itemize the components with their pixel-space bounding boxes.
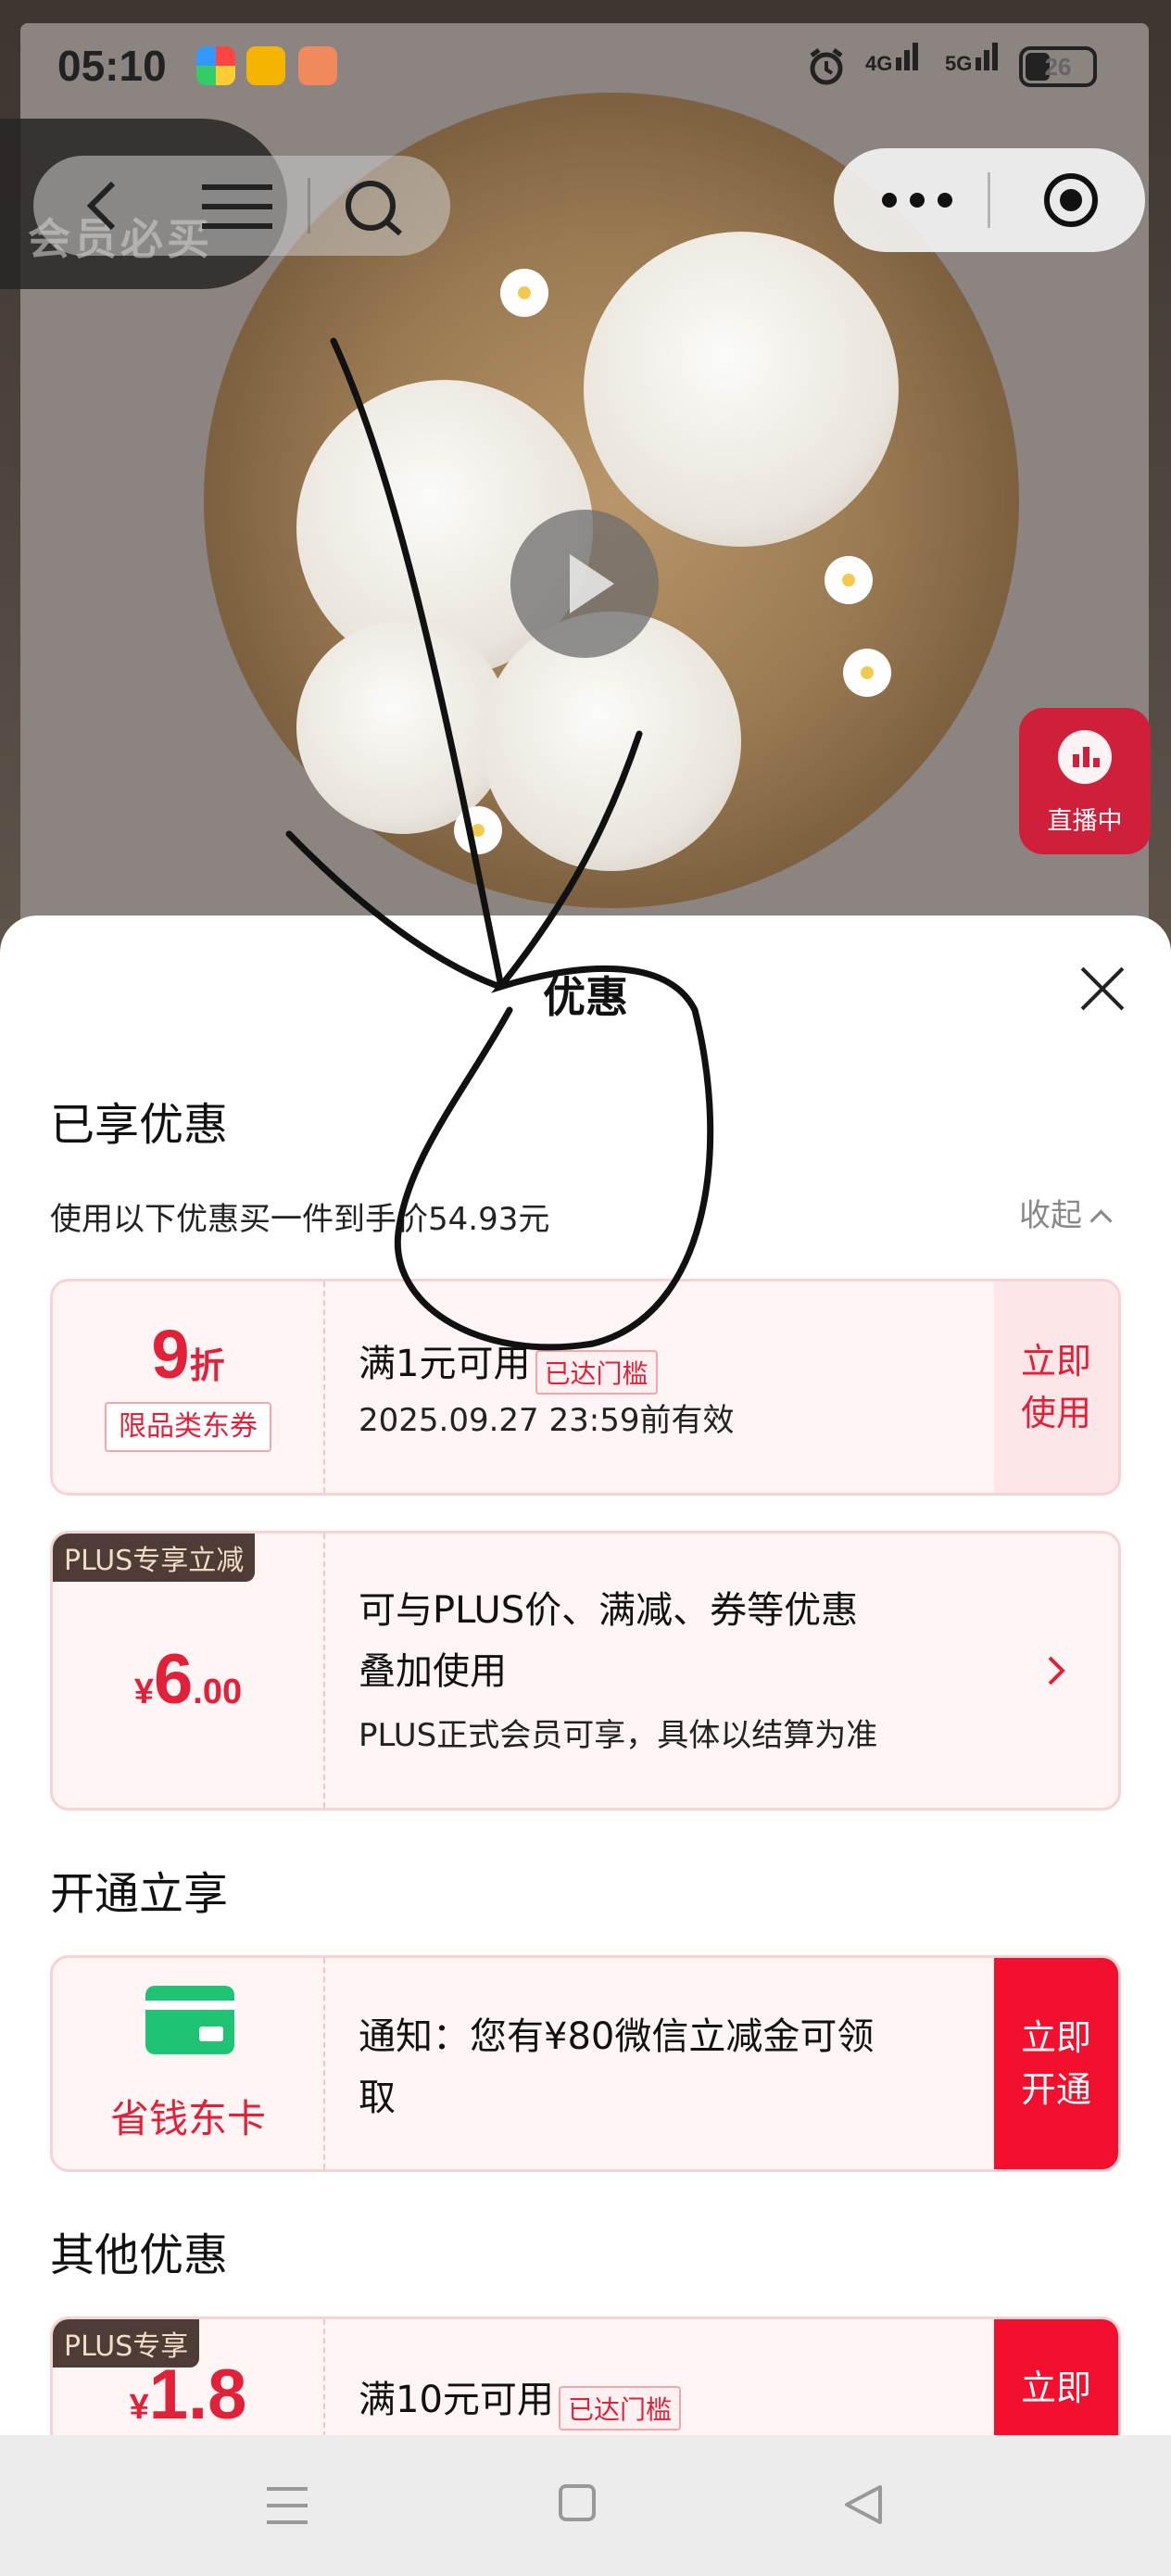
system-nav-bar xyxy=(0,2435,1171,2576)
handwritten-annotation xyxy=(285,337,714,1351)
back-nav-icon[interactable] xyxy=(843,2483,884,2526)
recent-apps-icon[interactable] xyxy=(265,2483,309,2528)
home-icon[interactable] xyxy=(558,2483,597,2522)
